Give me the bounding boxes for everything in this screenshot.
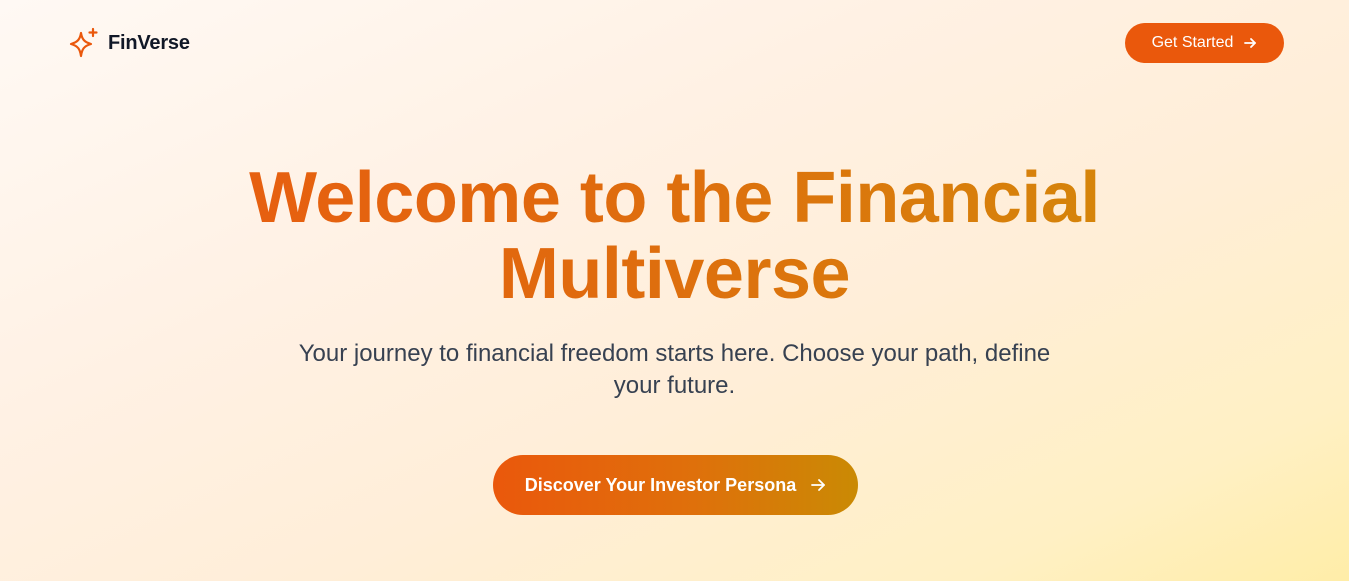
arrow-right-icon bbox=[811, 479, 826, 491]
hero-subtitle: Your journey to financial freedom starts… bbox=[298, 340, 1051, 399]
get-started-button[interactable]: Get Started bbox=[1125, 23, 1284, 63]
top-nav: FinVerse Get Started bbox=[0, 0, 1349, 86]
hero-section: Welcome to the Financial Multiverse Your… bbox=[0, 160, 1349, 402]
discover-persona-label: Discover Your Investor Persona bbox=[524, 474, 797, 495]
hero-title: Welcome to the Financial Multiverse bbox=[175, 160, 1175, 312]
discover-persona-button[interactable]: Discover Your Investor Persona bbox=[493, 455, 858, 515]
brand-name: FinVerse bbox=[108, 31, 190, 54]
get-started-label: Get Started bbox=[1151, 34, 1234, 51]
arrow-right-icon bbox=[1244, 38, 1257, 48]
brand-logo[interactable]: FinVerse bbox=[68, 27, 190, 59]
sparkles-icon bbox=[69, 27, 98, 58]
